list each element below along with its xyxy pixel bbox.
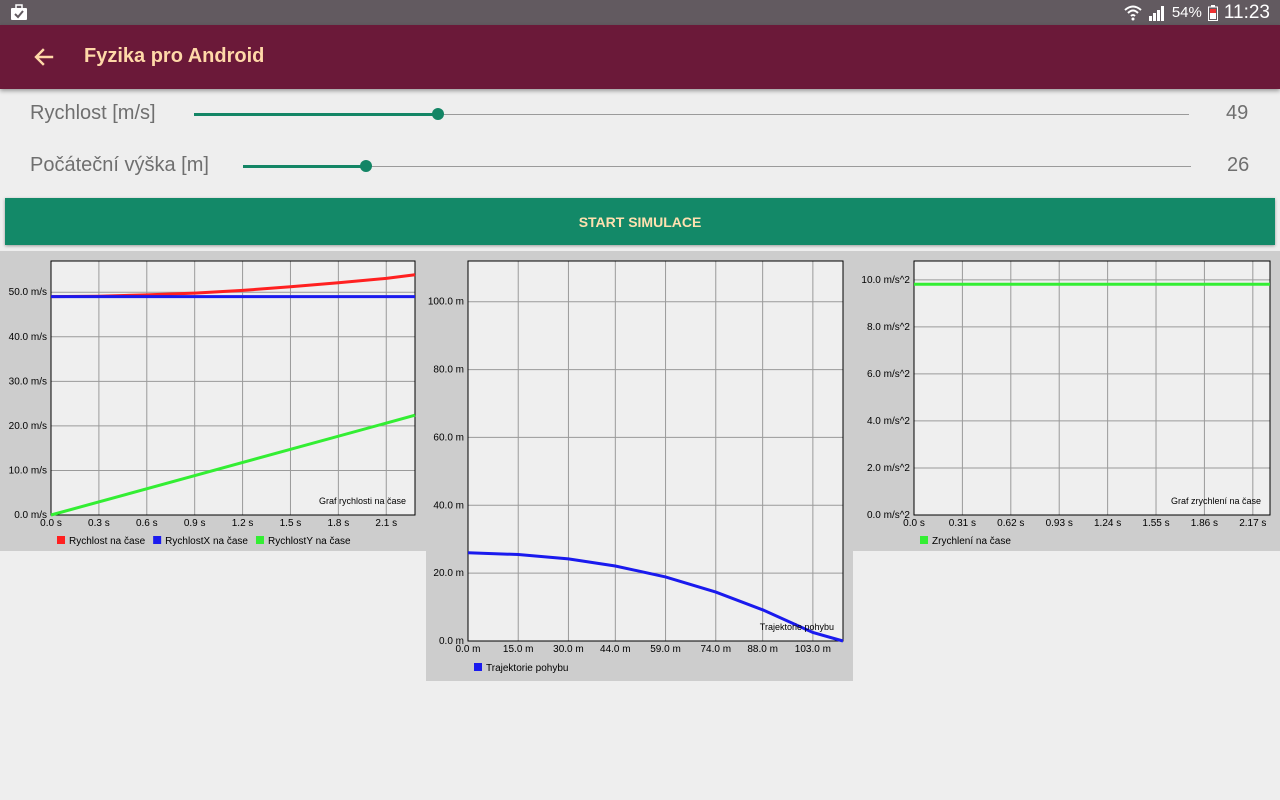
y-tick-label: 10.0 m/s^2 [861,275,910,286]
x-tick-label: 88.0 m [747,644,778,655]
x-tick-label: 0.9 s [184,518,206,529]
y-tick-label: 50.0 m/s [9,287,47,298]
y-tick-label: 30.0 m/s [9,376,47,387]
x-tick-label: 15.0 m [503,644,534,655]
height-slider-thumb[interactable] [360,160,373,172]
chart-annotation: Trajektorie pohybu [760,622,834,632]
y-tick-label: 80.0 m [433,365,464,376]
x-tick-label: 59.0 m [650,644,681,655]
clock: 11:23 [1223,1,1270,23]
y-tick-label: 20.0 m/s [9,421,47,432]
battery-icon [1207,4,1218,21]
y-tick-label: 8.0 m/s^2 [867,322,910,333]
x-tick-label: 1.55 s [1142,518,1169,529]
chart-annotation: Graf rychlosti na čase [319,496,406,506]
x-tick-label: 1.86 s [1191,518,1218,529]
height-label: Počáteční výška [m] [30,154,209,176]
x-tick-label: 44.0 m [600,644,631,655]
y-tick-label: 40.0 m/s [9,332,47,343]
speed-slider-row: Rychlost [m/s] 49 [0,94,1280,134]
x-tick-label: 1.24 s [1094,518,1121,529]
legend-swatch [255,536,264,544]
battery-percent: 54% [1171,4,1202,21]
plot-area [468,261,843,641]
height-slider-track[interactable] [243,166,1191,167]
y-tick-label: 100.0 m [428,297,464,308]
x-tick-label: 74.0 m [700,644,731,655]
speed-slider-fill [194,113,438,116]
velocity-chart: 0.0 s 0.3 s 0.6 s 0.9 s 1.2 s 1.5 s 1.8 s 2.1 s… [0,251,426,551]
y-tick-label: 6.0 m/s^2 [867,369,910,380]
x-tick-label: 1.2 s [232,518,254,529]
x-tick-label: 0.3 s [88,518,110,529]
speed-slider-thumb[interactable] [431,108,444,120]
legend-label: RychlostX na čase [165,536,248,547]
legend-label: RychlostY na čase [268,536,351,547]
acceleration-chart: 0.0 s 0.31 s 0.62 s 0.93 s 1.24 s 1.55 s 1.86 … [853,251,1280,551]
speed-value: 49 [1226,102,1249,124]
legend-label: Zrychlení na čase [932,536,1011,547]
legend-label: Trajektorie pohybu [486,663,568,674]
x-tick-label: 103.0 m [795,644,831,655]
x-tick-label: 1.5 s [280,518,302,529]
speed-label: Rychlost [m/s] [30,102,156,124]
app-title: Fyzika pro Android [84,45,265,67]
briefcase-icon [11,4,27,20]
y-tick-label: 0.0 m/s^2 [867,510,910,521]
start-simulation-button[interactable]: START SIMULACE [5,198,1275,245]
x-tick-label: 0.62 s [997,518,1024,529]
height-value: 26 [1227,154,1250,176]
chart-svg: 0.0 s 0.31 s 0.62 s 0.93 s 1.24 s 1.55 s 1.86 … [861,260,1271,547]
trajectory-chart: 0.0 m 15.0 m 30.0 m 44.0 m 59.0 m 74.0 m 88.0 … [426,251,853,681]
x-tick-label: 0.31 s [949,518,976,529]
x-tick-label: 0.93 s [1046,518,1073,529]
legend-swatch [57,536,65,544]
legend-label: Rychlost na čase [69,536,146,547]
signal-icon [1148,5,1164,21]
arrow-left-icon[interactable] [30,43,58,71]
y-tick-label: 20.0 m [433,568,464,579]
chart-svg: 0.0 s 0.3 s 0.6 s 0.9 s 1.2 s 1.5 s 1.8 s 2.1 s… [9,260,416,547]
y-tick-label: 60.0 m [433,432,464,443]
y-tick-label: 0.0 m/s [14,510,47,521]
x-tick-label: 2.17 s [1239,518,1266,529]
y-tick-label: 40.0 m [433,500,464,511]
app-bar: Fyzika pro Android [0,25,1280,89]
plot-area [914,261,1270,515]
status-bar: 54% 11:23 [0,0,1280,25]
y-tick-label: 10.0 m/s [9,465,47,476]
y-tick-label: 2.0 m/s^2 [867,463,910,474]
chart-annotation: Graf zrychlení na čase [1171,496,1261,506]
legend-swatch [474,663,482,671]
height-slider-row: Počáteční výška [m] 26 [0,146,1280,186]
chart-svg: 0.0 m 15.0 m 30.0 m 44.0 m 59.0 m 74.0 m 88.0 … [428,260,844,674]
plot-area [51,261,415,515]
legend-swatch [153,536,162,544]
y-tick-label: 4.0 m/s^2 [867,416,910,427]
x-tick-label: 30.0 m [553,644,584,655]
height-slider-fill [243,165,367,168]
y-tick-label: 0.0 m [439,636,464,647]
x-tick-label: 0.6 s [136,518,158,529]
x-tick-label: 1.8 s [328,518,350,529]
legend-swatch [920,536,928,544]
x-tick-label: 2.1 s [375,518,397,529]
wifi-icon [1124,5,1142,20]
